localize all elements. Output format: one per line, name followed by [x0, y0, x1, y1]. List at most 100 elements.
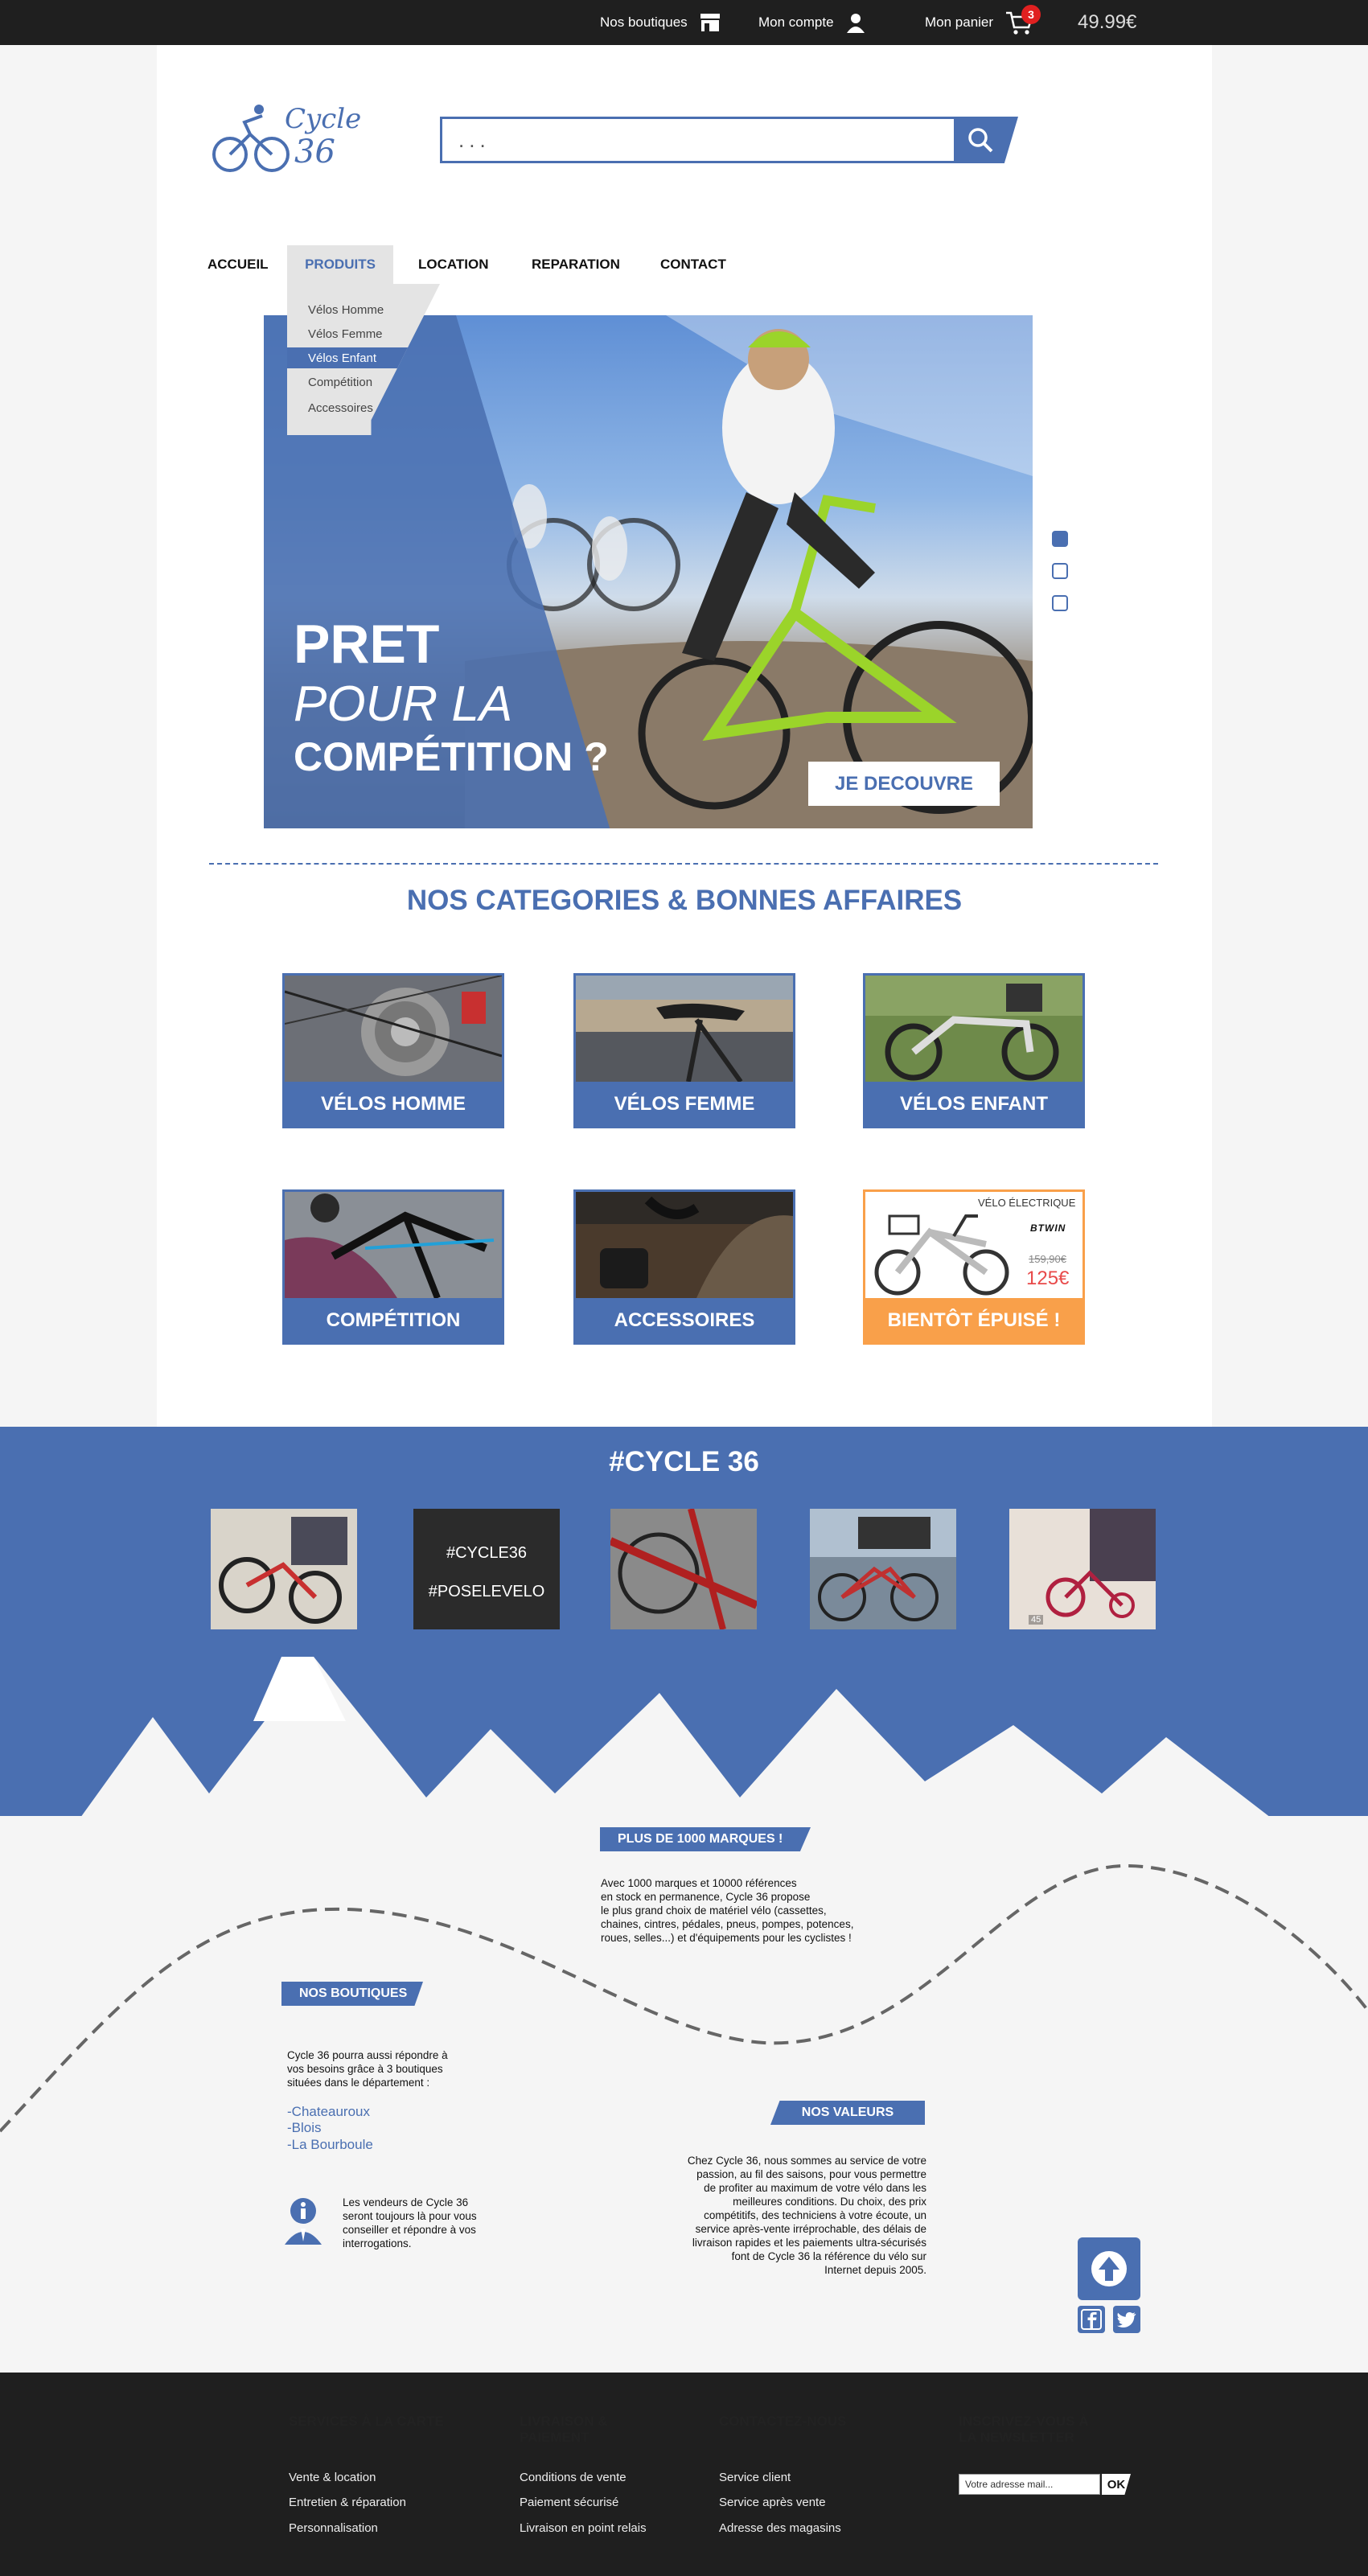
instagram-photo-4[interactable]: 45	[1009, 1509, 1156, 1629]
newsletter-email-input[interactable]: Votre adresse mail...	[959, 2474, 1100, 2495]
tricycle-photo	[1009, 1509, 1156, 1629]
values-text-line: Chez Cycle 36, nous sommes au service de…	[687, 2155, 926, 2167]
twitter-link[interactable]	[1113, 2306, 1140, 2333]
category-label: BIENTÔT ÉPUISÉ !	[865, 1298, 1082, 1342]
footer-link-sav[interactable]: Service après vente	[719, 2496, 826, 2509]
city-chateauroux[interactable]: -Chateauroux	[287, 2104, 370, 2120]
stores-label: Nos boutiques	[600, 14, 688, 30]
section-divider	[209, 863, 1158, 865]
footer-delivery-title-line1: LIVRAISON &	[520, 2414, 608, 2429]
twitter-icon	[1117, 2311, 1136, 2327]
brands-text-line: roues, selles...) et d'équipements pour …	[601, 1932, 852, 1944]
photo-count-badge: 45	[1029, 1615, 1044, 1625]
footer-link-service-client[interactable]: Service client	[719, 2471, 791, 2484]
values-text: Chez Cycle 36, nous sommes au service de…	[637, 2154, 926, 2277]
category-label: ACCESSOIRES	[576, 1298, 793, 1342]
deal-old-price: 159,90€	[1029, 1253, 1066, 1265]
account-label: Mon compte	[758, 14, 834, 30]
footer-link-magasins[interactable]: Adresse des magasins	[719, 2521, 841, 2535]
facebook-icon	[1081, 2309, 1102, 2330]
category-accessoires[interactable]: ACCESSOIRES	[573, 1189, 795, 1345]
search-input[interactable]: ...	[440, 117, 956, 163]
stores-tag: NOS BOUTIQUES	[281, 1982, 423, 2006]
category-velos-homme[interactable]: VÉLOS HOMME	[282, 973, 504, 1128]
search-icon	[968, 128, 993, 153]
facebook-link[interactable]	[1078, 2306, 1105, 2333]
nav-contact[interactable]: CONTACT	[660, 245, 726, 284]
dropdown-item-velos-homme[interactable]: Vélos Homme	[287, 299, 440, 320]
deal-brand: BTWIN	[1030, 1222, 1066, 1234]
cassette-photo	[285, 976, 502, 1082]
discover-button[interactable]: JE DECOUVRE	[808, 762, 1000, 806]
category-deal-electric-bike[interactable]: VÉLO ÉLECTRIQUE BTWIN 159,90€ 125€ BIENT…	[863, 1189, 1085, 1345]
category-label: COMPÉTITION	[285, 1298, 502, 1342]
lake-bike-photo	[810, 1509, 956, 1629]
user-icon	[846, 14, 865, 33]
instagram-photo-1[interactable]	[211, 1509, 357, 1629]
nav-accueil[interactable]: ACCUEIL	[207, 245, 269, 284]
footer-contact-title: CONTACTEZ-NOUS	[719, 2414, 847, 2429]
footer-link-personnalisation[interactable]: Personnalisation	[289, 2521, 378, 2535]
stores-link[interactable]: Nos boutiques	[600, 0, 721, 45]
footer-link-vente-location[interactable]: Vente & location	[289, 2471, 376, 2484]
instagram-hashtag-card[interactable]: #CYCLE36 #POSELEVELO	[413, 1509, 560, 1629]
hero-title-line3: COMPÉTITION ?	[294, 734, 609, 779]
account-link[interactable]: Mon compte	[758, 0, 866, 45]
instagram-photo-3[interactable]	[810, 1509, 956, 1629]
values-text-line: service après-vente irréprochable, des d…	[695, 2223, 926, 2235]
advisor-info-icon	[285, 2198, 322, 2245]
footer-link-paiement[interactable]: Paiement sécurisé	[520, 2496, 618, 2509]
arrow-up-icon	[1091, 2251, 1127, 2286]
footer-link-conditions[interactable]: Conditions de vente	[520, 2471, 626, 2484]
footer	[0, 2373, 1368, 2576]
stores-text-line: situées dans le département :	[287, 2077, 430, 2089]
values-text-line: de profiter au maximum de votre vélo dan…	[704, 2182, 926, 2194]
brands-text-line: en stock en permanence, Cycle 36 propose	[601, 1891, 811, 1903]
nav-produits[interactable]: PRODUITS	[287, 245, 393, 284]
nav-reparation[interactable]: REPARATION	[532, 245, 620, 284]
logo-text-36: 36	[294, 134, 335, 171]
cart-link[interactable]: Mon panier	[925, 0, 1033, 45]
footer-newsletter-title-line2: LA NEWSLETTER	[959, 2430, 1074, 2445]
nav-location[interactable]: LOCATION	[418, 245, 489, 284]
instagram-photo-2[interactable]	[610, 1509, 757, 1629]
stores-text: Cycle 36 pourra aussi répondre à vos bes…	[287, 2048, 448, 2089]
back-to-top-button[interactable]	[1078, 2237, 1140, 2300]
city-blois[interactable]: -Blois	[287, 2120, 322, 2136]
category-competition[interactable]: COMPÉTITION	[282, 1189, 504, 1345]
hashtag-poselevelo: #POSELEVELO	[428, 1583, 545, 1600]
values-text-line: passion, au fil des saisons, pour vous p…	[696, 2168, 926, 2180]
brands-text-line: chaines, cintres, pédales, pneus, pompes…	[601, 1918, 854, 1930]
mountains-decoration	[80, 1657, 1271, 1818]
values-text-line: meilleures conditions. Du choix, des pri…	[733, 2196, 926, 2208]
values-text-line: Internet depuis 2005.	[824, 2264, 926, 2276]
category-label: VÉLOS FEMME	[576, 1082, 793, 1126]
stores-text-line: Cycle 36 pourra aussi répondre à	[287, 2049, 448, 2061]
cart-label: Mon panier	[925, 14, 994, 30]
slider-dot-2[interactable]	[1052, 563, 1068, 579]
hero-title-line2: POUR LA	[294, 676, 513, 732]
logo[interactable]: Cycle 36	[206, 98, 362, 179]
city-la-bourboule[interactable]: -La Bourboule	[287, 2137, 373, 2153]
advice-text-line: seront toujours là pour vous	[343, 2210, 477, 2222]
footer-link-point-relais[interactable]: Livraison en point relais	[520, 2521, 647, 2535]
category-velos-enfant[interactable]: VÉLOS ENFANT	[863, 973, 1085, 1128]
store-icon	[700, 14, 720, 31]
social-feed-title: #CYCLE 36	[609, 1446, 759, 1477]
footer-link-entretien[interactable]: Entretien & réparation	[289, 2496, 406, 2509]
slider-dot-1[interactable]	[1052, 531, 1068, 547]
footer-newsletter-title: INSCRIVEZ-VOUS À LA NEWSLETTER	[959, 2414, 1089, 2446]
slider-dot-3[interactable]	[1052, 595, 1068, 611]
cart-total: 49.99€	[1078, 11, 1137, 33]
advice-text-line: conseiller et répondre à vos	[343, 2224, 476, 2236]
category-velos-femme[interactable]: VÉLOS FEMME	[573, 973, 795, 1128]
logo-text-cycle: Cycle	[285, 103, 362, 135]
advice-text-line: Les vendeurs de Cycle 36	[343, 2196, 469, 2208]
race-bike-photo	[285, 1192, 502, 1298]
values-text-line: font de Cycle 36 la référence du vélo su…	[731, 2250, 926, 2262]
footer-delivery-title: LIVRAISON & PAIEMENT	[520, 2414, 608, 2446]
brands-text-line: Avec 1000 marques et 10000 références	[601, 1877, 797, 1889]
stores-text-line: vos besoins grâce à 3 boutiques	[287, 2063, 443, 2075]
footer-services-title: SERVICES À LA CARTE	[289, 2414, 444, 2429]
kids-bike-photo	[865, 976, 1082, 1082]
